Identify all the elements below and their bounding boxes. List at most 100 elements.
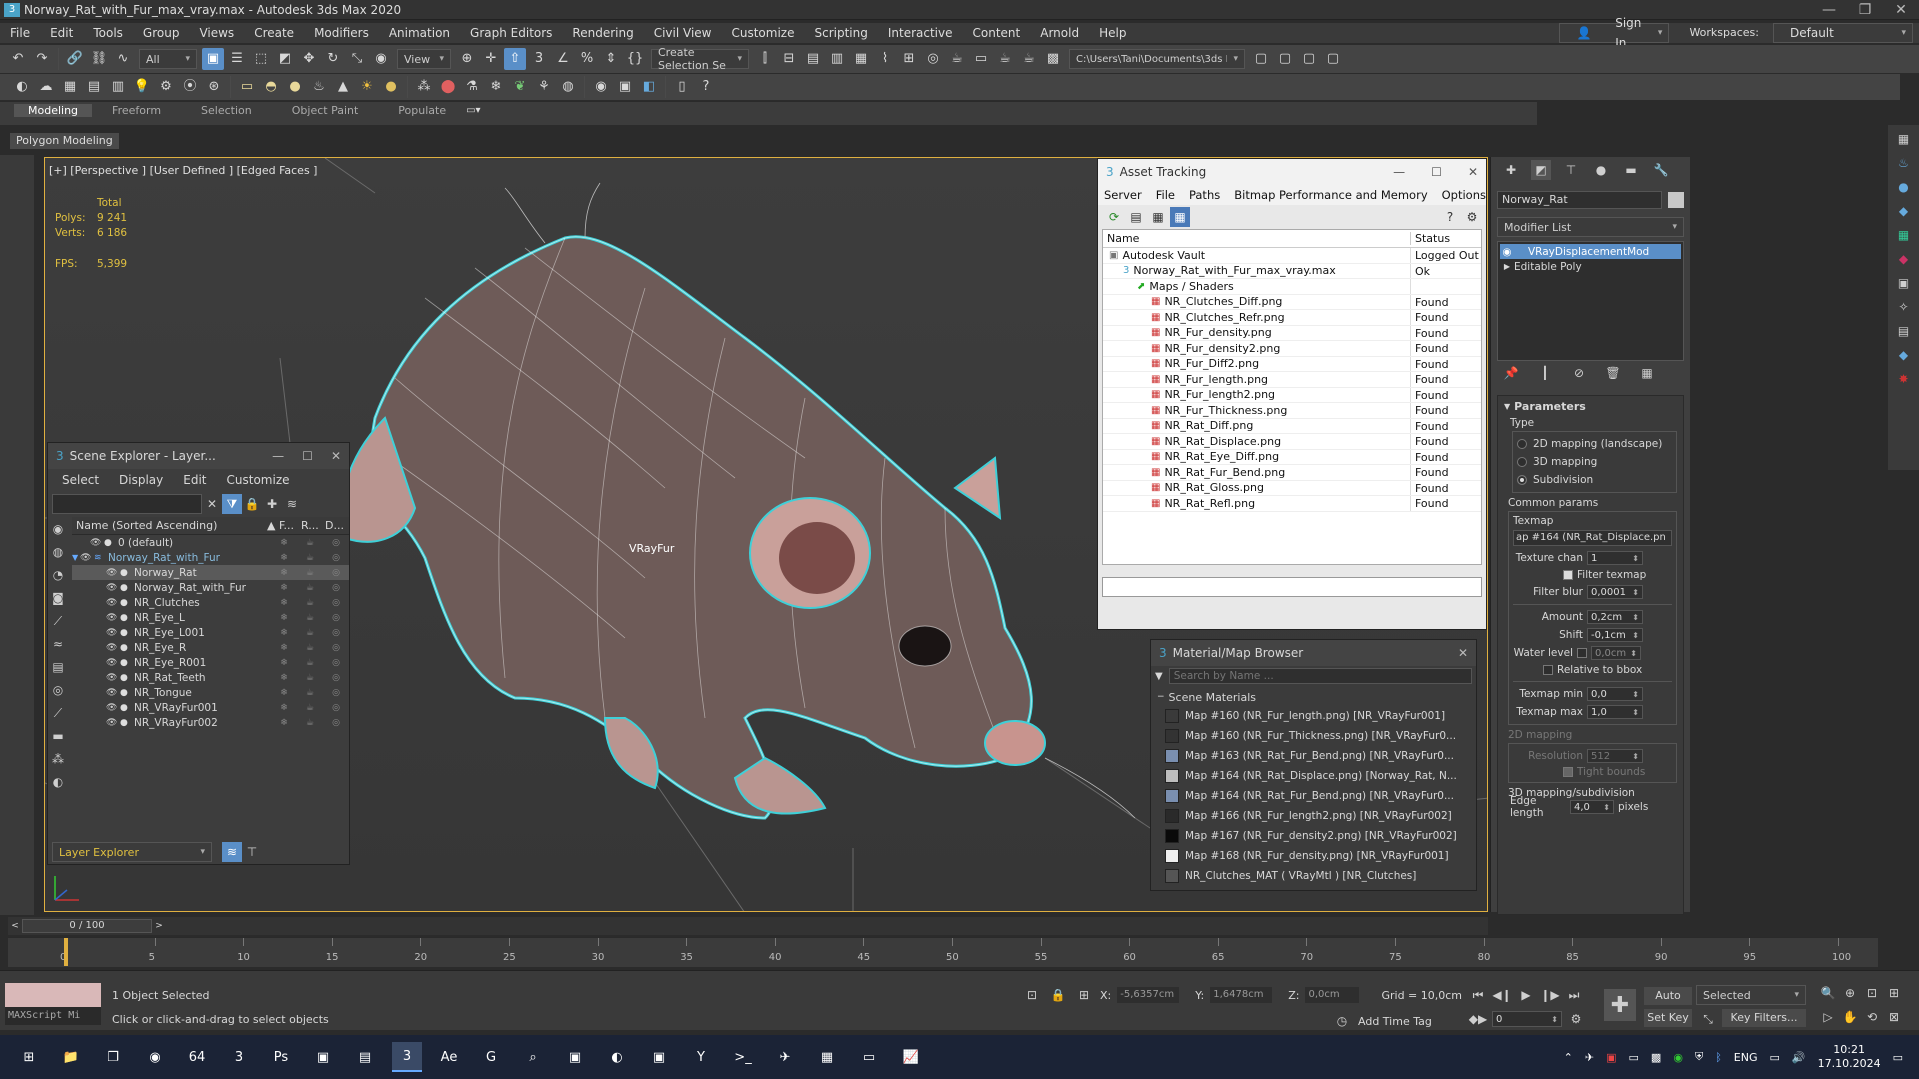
material-item[interactable]: Map #164 (NR_Rat_Fur_Bend.png) [NR_VRayF… — [1165, 786, 1476, 806]
project-path-dropdown[interactable]: C:\Users\Tani\Documents\3ds Max 2020 — [1069, 49, 1245, 69]
render-toggle-icon[interactable]: ☕ — [297, 673, 323, 683]
render-toggle-icon[interactable]: ☕ — [297, 703, 323, 713]
tray-bluetooth-icon[interactable]: ᛒ — [1715, 1051, 1722, 1064]
visibility-icon[interactable]: 👁 — [106, 718, 120, 728]
tool-28-icon[interactable]: ▯ — [671, 76, 693, 98]
zoom-icon[interactable]: 🔍 — [1818, 983, 1838, 1003]
water-level-spinner[interactable]: 0,0cm — [1591, 646, 1641, 660]
filter-icon[interactable]: ⧩ — [222, 494, 242, 514]
maxscript-mini[interactable]: MAXScript Mi — [5, 1007, 101, 1025]
tool-4-icon[interactable]: ▤ — [83, 76, 105, 98]
scene-explorer-close[interactable]: ✕ — [331, 449, 341, 463]
light-icon[interactable]: 💡 — [131, 76, 153, 98]
bind-space-warp-icon[interactable]: ∿ — [112, 48, 134, 70]
strip-panel-icon[interactable]: ▤ — [1894, 321, 1914, 341]
photoshop-icon[interactable]: Ps — [266, 1042, 296, 1072]
material-item[interactable]: Map #166 (NR_Fur_length2.png) [NR_VRayFu… — [1165, 806, 1476, 826]
maxscript-listener[interactable] — [5, 983, 101, 1007]
asset-tracking-titlebar[interactable]: 3 Asset Tracking — ☐ ✕ — [1098, 159, 1486, 185]
material-search-input[interactable] — [1168, 668, 1472, 684]
expand-icon[interactable]: ▶ — [1500, 262, 1514, 271]
show-end-result-icon[interactable]: ┃ — [1535, 363, 1555, 383]
time-tag-icon[interactable]: ◷ — [1332, 1011, 1352, 1031]
help-icon[interactable]: ? — [695, 76, 717, 98]
asset-row[interactable]: ▦ NR_Rat_Eye_Diff.png Found — [1103, 449, 1481, 465]
menu-tools[interactable]: Tools — [83, 23, 133, 43]
texmap-button[interactable]: ap #164 (NR_Rat_Displace.pn — [1513, 530, 1672, 546]
texture-chan-spinner[interactable]: 1 — [1587, 551, 1643, 565]
tray-telegram-icon[interactable]: ✈ — [1585, 1051, 1594, 1064]
tool-23-icon[interactable]: ⚘ — [533, 76, 555, 98]
strip-teapot-icon[interactable]: ♨ — [1894, 153, 1914, 173]
freeze-toggle-icon[interactable]: ❄ — [271, 703, 297, 713]
display-toggle-icon[interactable]: ◎ — [323, 703, 349, 713]
radio-2d-mapping[interactable]: 2D mapping (landscape) — [1517, 435, 1672, 453]
asset-row[interactable]: ▦ NR_Fur_density2.png Found — [1103, 341, 1481, 357]
fur-icon[interactable]: ⁂ — [413, 76, 435, 98]
add-time-tag[interactable]: Add Time Tag — [1358, 1015, 1432, 1028]
layers-icon[interactable]: ≋ — [282, 494, 302, 514]
texmap-max-spinner[interactable]: 1,0 — [1587, 705, 1643, 719]
layer-row[interactable]: ▼ 👁 ≋ Norway_Rat_with_Fur ❄ ☕ ◎ — [72, 550, 349, 565]
asset-row[interactable]: ▦ NR_Rat_Gloss.png Found — [1103, 480, 1481, 496]
radio-3d-mapping[interactable]: 3D mapping — [1517, 453, 1672, 471]
curve-editor-icon[interactable]: ⌇ — [874, 48, 896, 70]
scene-explorer-search[interactable] — [52, 494, 202, 514]
tray-chevron-icon[interactable]: ⌃ — [1564, 1051, 1573, 1064]
display-spacewarps-icon[interactable]: ▤ — [48, 657, 68, 677]
at-menu-bitmap[interactable]: Bitmap Performance and Memory — [1234, 188, 1427, 202]
material-item[interactable]: NR_Clutches_MAT ( VRayMtl ) [NR_Clutches… — [1165, 866, 1476, 886]
render-toggle-icon[interactable]: ☕ — [297, 613, 323, 623]
angle-snap-icon[interactable]: ∠ — [552, 48, 574, 70]
strip-helper-icon[interactable]: ✧ — [1894, 297, 1914, 317]
menu-civil-view[interactable]: Civil View — [644, 23, 722, 43]
display-toggle-icon[interactable]: ◎ — [323, 658, 349, 668]
tray-red-icon[interactable]: ▣ — [1606, 1051, 1616, 1064]
render-toggle-icon[interactable]: ☕ — [297, 553, 323, 563]
freeze-toggle-icon[interactable]: ❄ — [271, 613, 297, 623]
asset-row[interactable]: ▦ NR_Rat_Displace.png Found — [1103, 434, 1481, 450]
edge-icon[interactable]: ◐ — [602, 1042, 632, 1072]
display-all-icon[interactable]: ◉ — [48, 519, 68, 539]
clock[interactable]: 10:21 17.10.2024 — [1818, 1043, 1881, 1071]
material-item[interactable]: Map #167 (NR_Fur_density2.png) [NR_VRayF… — [1165, 826, 1476, 846]
render-toggle-icon[interactable]: ☕ — [297, 718, 323, 728]
hierarchy-tab-icon[interactable]: ⊤ — [1561, 160, 1581, 180]
project-folder-icon[interactable]: ▢ — [1250, 48, 1272, 70]
key-filter-icon[interactable]: ⤡ — [1698, 1009, 1718, 1029]
rect-selection-icon[interactable]: ⬚ — [250, 48, 272, 70]
language-indicator[interactable]: ENG — [1734, 1051, 1758, 1064]
next-key-icon[interactable]: ❙▶ — [1540, 985, 1560, 1005]
display-toggle-icon[interactable]: ◎ — [323, 718, 349, 728]
strip-sphere-icon[interactable]: ● — [1894, 177, 1914, 197]
key-filters-button[interactable]: Key Filters... — [1722, 1009, 1806, 1027]
play-icon[interactable]: ▶ — [1516, 985, 1536, 1005]
asset-row[interactable]: ▦ NR_Clutches_Refr.png Found — [1103, 310, 1481, 326]
create-tab-icon[interactable]: ✚ — [1501, 160, 1521, 180]
go-start-icon[interactable]: ⏮ — [1468, 985, 1488, 1005]
asset-row[interactable]: ▦ NR_Fur_Diff2.png Found — [1103, 356, 1481, 372]
menu-scripting[interactable]: Scripting — [804, 23, 877, 43]
window-icon[interactable]: ▭ — [854, 1042, 884, 1072]
render-gallery-icon[interactable]: ▩ — [1042, 48, 1064, 70]
col-f-header[interactable]: ▲ F... — [267, 519, 301, 532]
menu-group[interactable]: Group — [133, 23, 190, 43]
display-toggle-icon[interactable]: ◎ — [323, 568, 349, 578]
menu-modifiers[interactable]: Modifiers — [304, 23, 379, 43]
strip-grid-icon[interactable]: ▦ — [1894, 225, 1914, 245]
freeze-toggle-icon[interactable]: ❄ — [271, 658, 297, 668]
visibility-icon[interactable]: 👁 — [106, 613, 120, 623]
tool-26-icon[interactable]: ▣ — [614, 76, 636, 98]
se-menu-display[interactable]: Display — [119, 473, 163, 487]
open-project-icon[interactable]: ▢ — [1274, 48, 1296, 70]
asset-row[interactable]: ▦ NR_Rat_Refl.png Found — [1103, 496, 1481, 512]
tray-monitor-icon[interactable]: ▭ — [1629, 1051, 1639, 1064]
menu-edit[interactable]: Edit — [40, 23, 83, 43]
set-project-icon[interactable]: ▢ — [1298, 48, 1320, 70]
tool-2-icon[interactable]: ☁ — [35, 76, 57, 98]
object-row[interactable]: 👁 ● 0 (default) ❄ ☕ ◎ — [72, 535, 349, 550]
add-layer-icon[interactable]: ✚ — [262, 494, 282, 514]
freeze-toggle-icon[interactable]: ❄ — [271, 718, 297, 728]
strip-red-icon[interactable]: ✸ — [1894, 369, 1914, 389]
x-coord-field[interactable]: -5,6357cm — [1117, 987, 1180, 1003]
